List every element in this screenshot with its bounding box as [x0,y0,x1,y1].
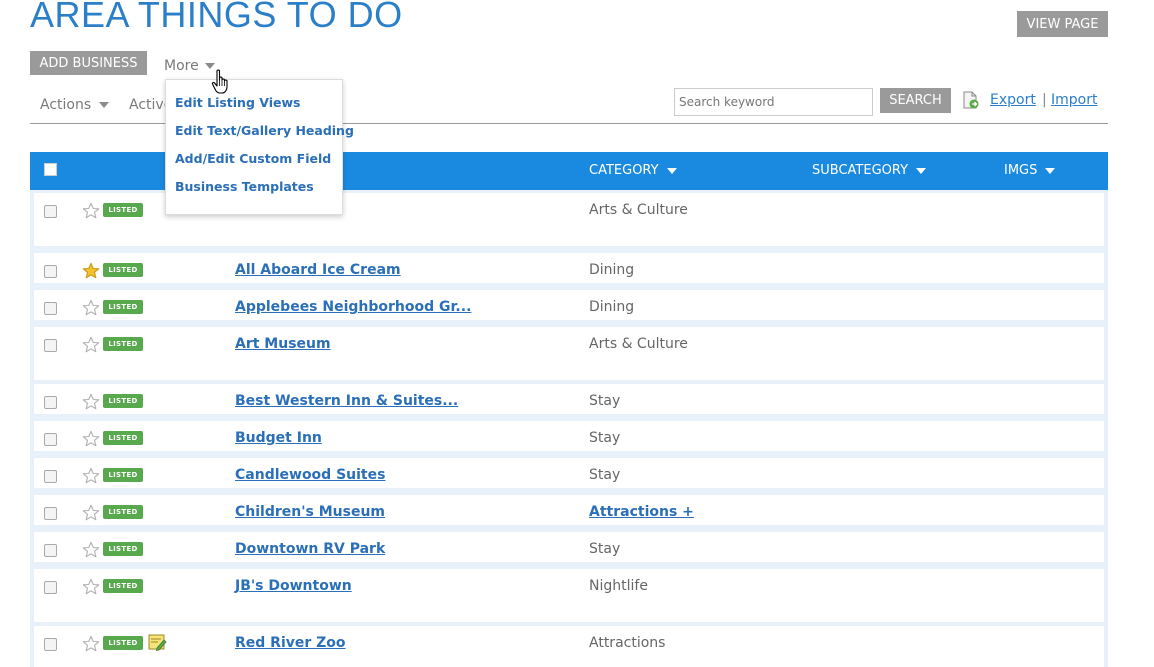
more-dropdown-menu: Edit Listing Views Edit Text/Gallery Hea… [165,79,354,215]
star-icon[interactable] [82,336,100,354]
star-icon[interactable] [82,541,100,559]
listed-badge: LISTED [103,263,143,277]
category-cell: Arts & Culture [589,336,688,352]
star-icon[interactable] [82,504,100,522]
category-cell: Dining [589,262,635,278]
actions-dropdown[interactable]: Actions [40,97,110,113]
row-checkbox[interactable] [44,470,57,483]
business-name-link[interactable]: Best Western Inn & Suites... [235,393,458,409]
category-cell: Nightlife [589,578,648,594]
table-row: LISTED All Aboard Ice Cream Dining [34,253,1104,283]
star-icon[interactable] [82,202,100,220]
table-row: LISTED Applebees Neighborhood Gr... Dining [34,290,1104,320]
category-cell: Stay [589,467,621,483]
menu-item-business-templates[interactable]: Business Templates [175,179,314,194]
row-checkbox[interactable] [44,507,57,520]
listed-badge: LISTED [103,394,143,408]
star-icon[interactable] [82,467,100,485]
category-cell: Stay [589,393,621,409]
menu-item-edit-listing-views[interactable]: Edit Listing Views [175,95,300,110]
business-name-link[interactable]: Budget Inn [235,430,322,446]
row-checkbox[interactable] [44,638,57,651]
category-cell[interactable]: Attractions + [589,504,694,520]
category-cell: Stay [589,541,621,557]
imgs-header-label: IMGS [1004,163,1038,178]
category-cell: Dining [589,299,635,315]
row-checkbox[interactable] [44,339,57,352]
business-name-link[interactable]: Red River Zoo [235,635,346,651]
table-row: LISTED Budget Inn Stay [34,421,1104,451]
menu-item-add-edit-custom-field[interactable]: Add/Edit Custom Field [175,151,331,166]
row-checkbox[interactable] [44,205,57,218]
category-cell: Stay [589,430,621,446]
subcategory-column-header[interactable]: SUBCATEGORY [812,163,927,178]
listed-badge: LISTED [103,431,143,445]
menu-item-edit-text-gallery-heading[interactable]: Edit Text/Gallery Heading [175,123,354,138]
search-input[interactable] [674,88,873,116]
table-row: LISTED Children's Museum Attractions + [34,495,1104,525]
row-checkbox[interactable] [44,265,57,278]
table-row: LISTED Best Western Inn & Suites... Stay [34,384,1104,414]
table-row: LISTED Art Museum Arts & Culture [34,327,1104,380]
listed-badge: LISTED [103,542,143,556]
star-icon[interactable] [82,262,100,280]
star-icon[interactable] [82,578,100,596]
more-label: More [164,58,199,74]
table-row: LISTED Candlewood Suites Stay [34,458,1104,488]
star-icon[interactable] [82,635,100,653]
search-button[interactable]: SEARCH [880,88,951,113]
row-checkbox[interactable] [44,433,57,446]
imgs-column-header[interactable]: IMGS [1004,163,1056,178]
listed-badge: LISTED [103,468,143,482]
caret-down-icon [99,102,110,108]
business-name-link[interactable]: Applebees Neighborhood Gr... [235,299,471,315]
listed-badge: LISTED [103,579,143,593]
row-checkbox[interactable] [44,581,57,594]
caret-down-icon [916,167,927,174]
add-business-button[interactable]: ADD BUSINESS [30,51,147,75]
link-separator: | [1042,92,1047,108]
business-table: LISTED Arts & Culture LISTED All Aboard Ice… [30,190,1108,667]
table-row: LISTED JB's Downtown Nightlife [34,569,1104,622]
star-icon[interactable] [82,393,100,411]
business-name-link[interactable]: Art Museum [235,336,331,352]
business-name-link[interactable]: Children's Museum [235,504,385,520]
caret-down-icon [666,167,677,174]
listed-badge: LISTED [103,505,143,519]
category-cell: Attractions [589,635,666,651]
subcategory-header-label: SUBCATEGORY [812,163,909,178]
caret-down-icon [1045,167,1056,174]
row-checkbox[interactable] [44,544,57,557]
more-menu-toggle[interactable]: More [164,58,215,74]
actions-label: Actions [40,97,92,113]
category-column-header[interactable]: CATEGORY [589,163,677,178]
category-header-label: CATEGORY [589,163,659,178]
row-checkbox[interactable] [44,396,57,409]
table-row: LISTED Red River Zoo Attractions [34,626,1104,667]
select-all-checkbox[interactable] [44,163,57,176]
star-icon[interactable] [82,299,100,317]
business-name-link[interactable]: JB's Downtown [235,578,352,594]
export-icon[interactable] [960,90,980,110]
listed-badge: LISTED [103,636,143,650]
hand-pointer-icon [211,69,228,94]
row-checkbox[interactable] [44,302,57,315]
note-edit-icon[interactable] [147,632,167,652]
business-name-link[interactable]: All Aboard Ice Cream [235,262,401,278]
category-cell: Arts & Culture [589,202,688,218]
import-link[interactable]: Import [1051,92,1097,108]
business-name-link[interactable]: Candlewood Suites [235,467,385,483]
export-link[interactable]: Export [990,92,1036,108]
page-title: AREA THINGS TO DO [30,0,403,35]
view-page-button[interactable]: VIEW PAGE [1017,11,1108,37]
table-row: LISTED Downtown RV Park Stay [34,532,1104,562]
listed-badge: LISTED [103,337,143,351]
business-name-link[interactable]: Downtown RV Park [235,541,385,557]
listed-badge: LISTED [103,203,143,217]
listed-badge: LISTED [103,300,143,314]
star-icon[interactable] [82,430,100,448]
